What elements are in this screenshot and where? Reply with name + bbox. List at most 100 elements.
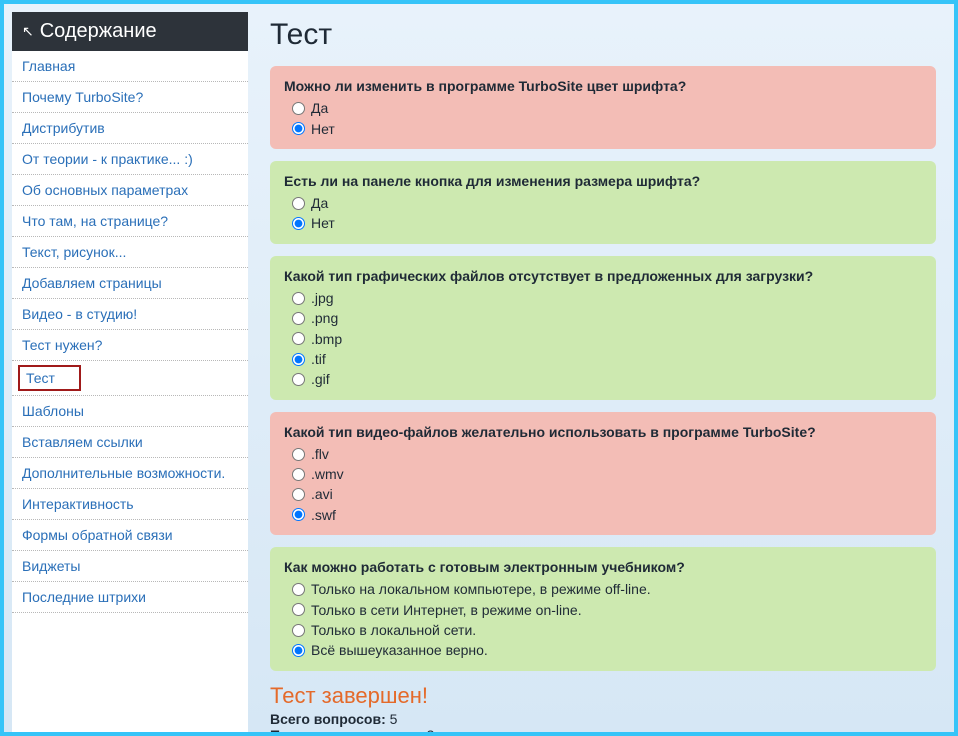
page-title: Тест: [270, 18, 936, 52]
question-block: Какой тип видео-файлов желательно исполь…: [270, 412, 936, 535]
option-radio[interactable]: [292, 312, 305, 325]
option-label: .wmv: [311, 464, 344, 484]
question-text: Какой тип видео-файлов желательно исполь…: [284, 422, 922, 442]
sidebar-item: Тест: [12, 361, 248, 396]
sidebar-item: Виджеты: [12, 551, 248, 582]
question-block: Какой тип графических файлов отсутствует…: [270, 256, 936, 400]
option-radio[interactable]: [292, 197, 305, 210]
sidebar-link[interactable]: Тест: [18, 365, 81, 391]
sidebar-link[interactable]: Об основных параметрах: [12, 175, 248, 205]
option-radio[interactable]: [292, 332, 305, 345]
option: Нет: [284, 119, 922, 139]
option-radio[interactable]: [292, 448, 305, 461]
sidebar-item: Видео - в студию!: [12, 299, 248, 330]
option: .tif: [284, 349, 922, 369]
sidebar-item: Дополнительные возможности.: [12, 458, 248, 489]
option-label: .flv: [311, 444, 329, 464]
main-content: Тест Можно ли изменить в программе Turbo…: [248, 4, 954, 732]
option: Нет: [284, 213, 922, 233]
option-label: .jpg: [311, 288, 334, 308]
sidebar-link[interactable]: Интерактивность: [12, 489, 248, 519]
question-text: Как можно работать с готовым электронным…: [284, 557, 922, 577]
sidebar-item: Главная: [12, 51, 248, 82]
sidebar-item: Последние штрихи: [12, 582, 248, 613]
option-radio[interactable]: [292, 508, 305, 521]
option-label: .tif: [311, 349, 326, 369]
sidebar-link[interactable]: Видео - в студию!: [12, 299, 248, 329]
option: .avi: [284, 484, 922, 504]
option: .png: [284, 308, 922, 328]
sidebar-link[interactable]: Дистрибутив: [12, 113, 248, 143]
option: .flv: [284, 444, 922, 464]
sidebar-list: ГлавнаяПочему TurboSite?ДистрибутивОт те…: [12, 51, 248, 613]
option-label: .gif: [311, 369, 330, 389]
sidebar-link[interactable]: От теории - к практике... :): [12, 144, 248, 174]
sidebar-item: От теории - к практике... :): [12, 144, 248, 175]
option: .jpg: [284, 288, 922, 308]
sidebar-link[interactable]: Шаблоны: [12, 396, 248, 426]
sidebar-link[interactable]: Текст, рисунок...: [12, 237, 248, 267]
question-text: Какой тип графических файлов отсутствует…: [284, 266, 922, 286]
sidebar-title: Содержание: [40, 20, 157, 43]
result-correct: Правильных ответов: 3: [270, 727, 936, 732]
option-label: .png: [311, 308, 338, 328]
option-label: Нет: [311, 119, 335, 139]
sidebar-link[interactable]: Вставляем ссылки: [12, 427, 248, 457]
option-radio[interactable]: [292, 292, 305, 305]
question-text: Можно ли изменить в программе TurboSite …: [284, 76, 922, 96]
app-wrapper: ↖ Содержание ГлавнаяПочему TurboSite?Дис…: [4, 4, 954, 732]
option: .bmp: [284, 329, 922, 349]
option-label: .bmp: [311, 329, 342, 349]
sidebar-item: Вставляем ссылки: [12, 427, 248, 458]
option: Только на локальном компьютере, в режиме…: [284, 579, 922, 599]
question-block: Можно ли изменить в программе TurboSite …: [270, 66, 936, 149]
sidebar-link[interactable]: Формы обратной связи: [12, 520, 248, 550]
option-radio[interactable]: [292, 644, 305, 657]
sidebar-item: Формы обратной связи: [12, 520, 248, 551]
option-radio[interactable]: [292, 488, 305, 501]
option-label: .avi: [311, 484, 333, 504]
sidebar-item: Почему TurboSite?: [12, 82, 248, 113]
option-label: Только в сети Интернет, в режиме on-line…: [311, 600, 582, 620]
sidebar-item: Интерактивность: [12, 489, 248, 520]
option: .wmv: [284, 464, 922, 484]
option-radio[interactable]: [292, 122, 305, 135]
result-total: Всего вопросов: 5: [270, 711, 936, 727]
option-label: Да: [311, 98, 328, 118]
option-radio[interactable]: [292, 468, 305, 481]
option-radio[interactable]: [292, 603, 305, 616]
option: Только в локальной сети.: [284, 620, 922, 640]
option: .gif: [284, 369, 922, 389]
option: .swf: [284, 505, 922, 525]
option: Всё вышеуказанное верно.: [284, 640, 922, 660]
sidebar-link[interactable]: Что там, на странице?: [12, 206, 248, 236]
sidebar-item: Текст, рисунок...: [12, 237, 248, 268]
option-label: Да: [311, 193, 328, 213]
sidebar-item: Тест нужен?: [12, 330, 248, 361]
sidebar-item: Добавляем страницы: [12, 268, 248, 299]
option-label: Только на локальном компьютере, в режиме…: [311, 579, 651, 599]
sidebar-item: Об основных параметрах: [12, 175, 248, 206]
option-radio[interactable]: [292, 217, 305, 230]
option-radio[interactable]: [292, 624, 305, 637]
sidebar-link[interactable]: Дополнительные возможности.: [12, 458, 248, 488]
option-label: .swf: [311, 505, 336, 525]
option-radio[interactable]: [292, 583, 305, 596]
sidebar-link[interactable]: Главная: [12, 51, 248, 81]
result-title: Тест завершен!: [270, 683, 936, 709]
option: Да: [284, 98, 922, 118]
sidebar-link[interactable]: Виджеты: [12, 551, 248, 581]
sidebar-header: ↖ Содержание: [12, 12, 248, 51]
option-radio[interactable]: [292, 102, 305, 115]
sidebar-item: Дистрибутив: [12, 113, 248, 144]
sidebar-link[interactable]: Добавляем страницы: [12, 268, 248, 298]
sidebar-item: Шаблоны: [12, 396, 248, 427]
questions-container: Можно ли изменить в программе TurboSite …: [270, 66, 936, 671]
option-radio[interactable]: [292, 353, 305, 366]
option-radio[interactable]: [292, 373, 305, 386]
option-label: Нет: [311, 213, 335, 233]
sidebar-link[interactable]: Почему TurboSite?: [12, 82, 248, 112]
sidebar-link[interactable]: Последние штрихи: [12, 582, 248, 612]
sidebar-link[interactable]: Тест нужен?: [12, 330, 248, 360]
option-label: Всё вышеуказанное верно.: [311, 640, 488, 660]
